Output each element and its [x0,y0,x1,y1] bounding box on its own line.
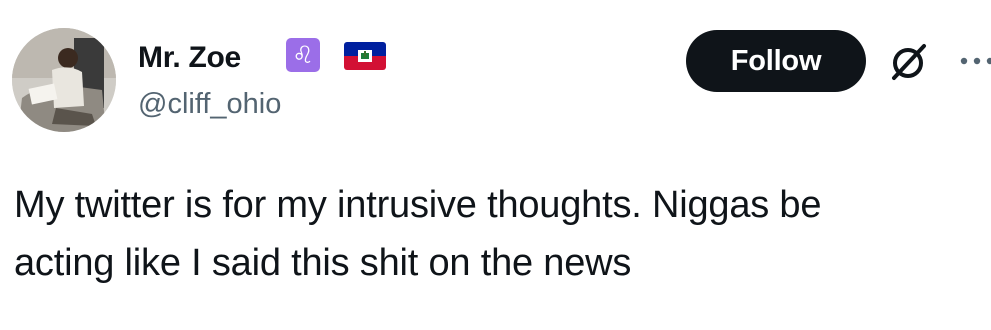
more-icon[interactable] [958,46,991,76]
avatar-photo [12,28,116,132]
leo-zodiac-icon: ♌ [286,38,320,72]
user-handle[interactable]: @cliff_ohio [138,84,281,124]
haiti-flag-icon [344,42,386,70]
display-name[interactable]: Mr. Zoe [138,38,241,78]
tweet-card: Mr. Zoe ♌ @cliff_ohio Follow My twitter … [0,0,991,330]
tweet-text-line: acting like I said this shit on the news [14,242,632,284]
avatar[interactable] [12,28,116,132]
tweet-text: My twitter is for my intrusive thoughts.… [14,176,989,292]
follow-button[interactable]: Follow [686,30,866,92]
tweet-text-line: My twitter is for my intrusive thoughts.… [14,184,822,226]
grok-icon[interactable] [886,40,930,84]
